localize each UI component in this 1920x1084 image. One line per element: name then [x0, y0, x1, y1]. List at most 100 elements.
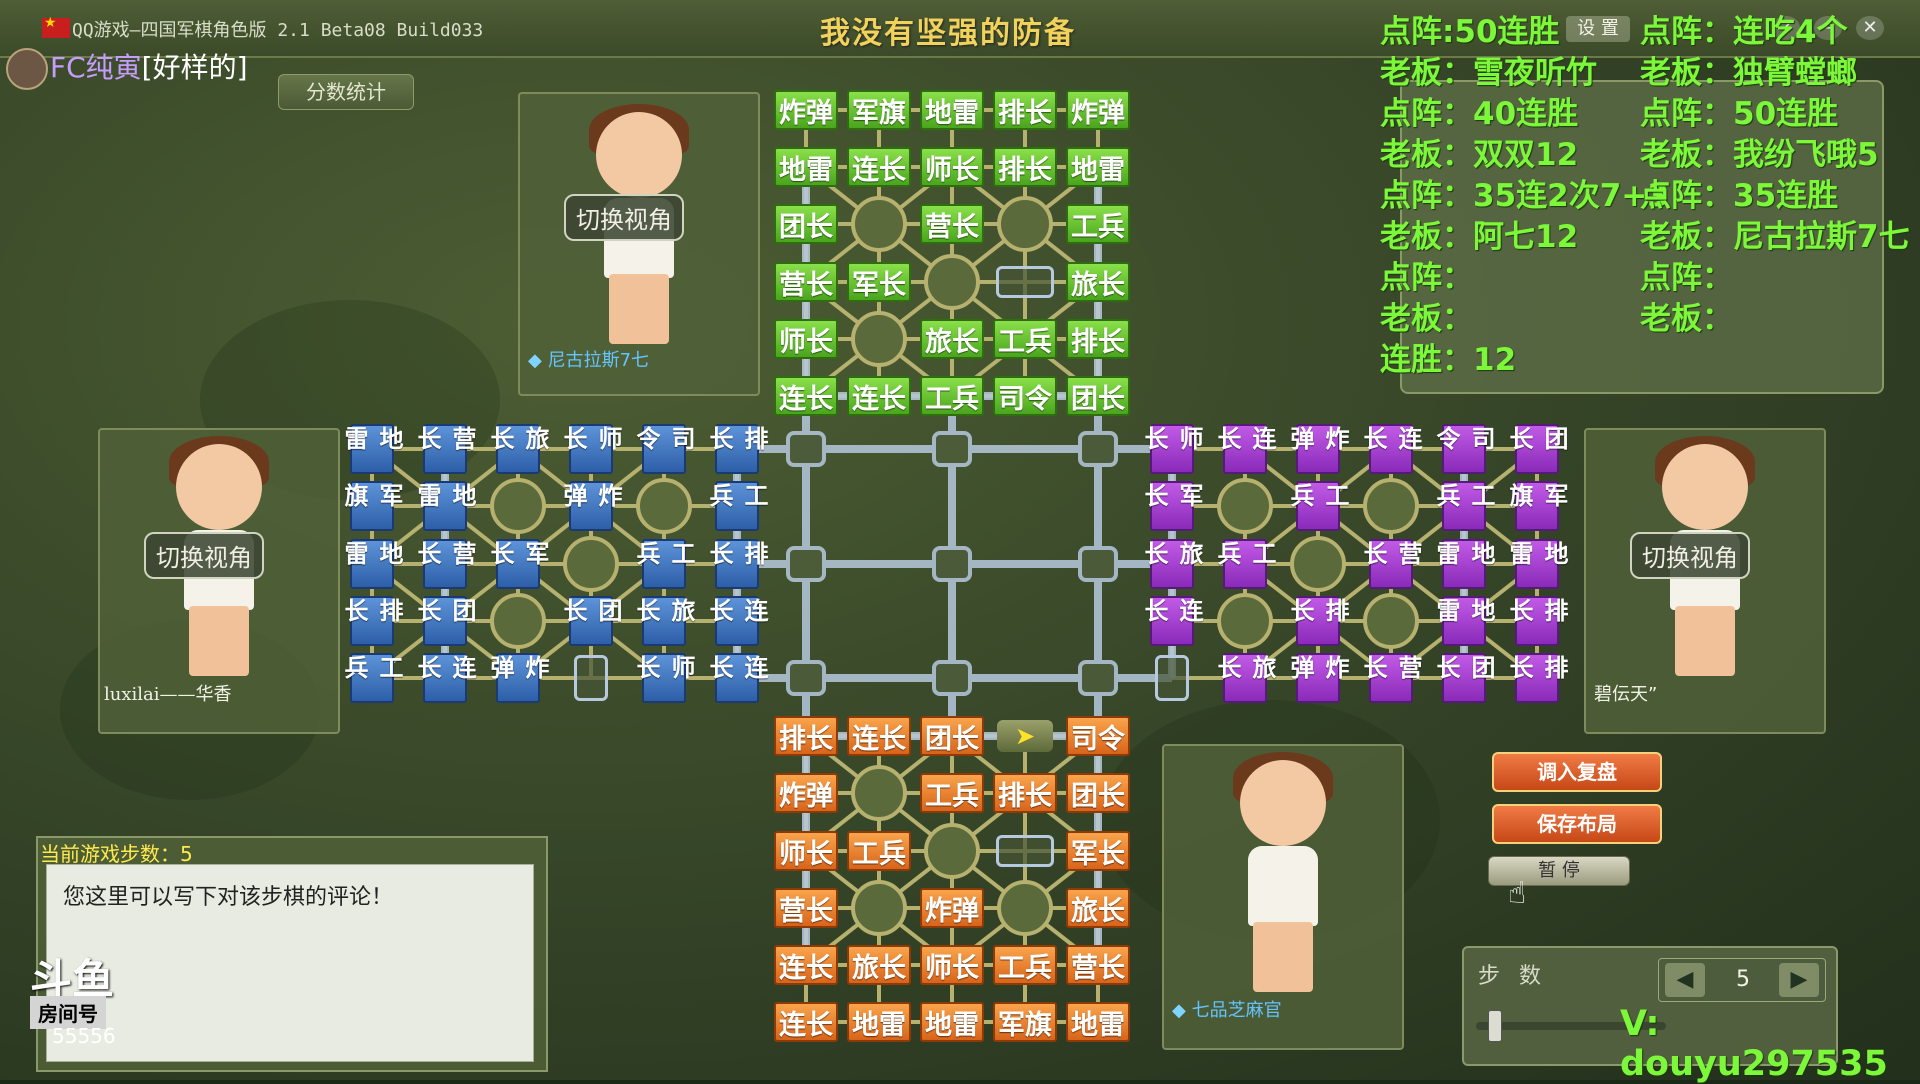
chess-piece[interactable]: 排长	[993, 147, 1057, 187]
chess-piece[interactable]: 师长	[920, 147, 984, 187]
chess-piece[interactable]: 排长	[705, 424, 768, 474]
chess-piece[interactable]: 团长	[1432, 653, 1495, 703]
chess-piece[interactable]: 营长	[413, 539, 476, 589]
chess-piece[interactable]: 连长	[774, 376, 838, 416]
chess-piece[interactable]: 连长	[847, 716, 911, 756]
chess-piece[interactable]: 旅长	[1140, 539, 1203, 589]
chess-piece[interactable]: 连长	[705, 653, 768, 703]
chess-piece[interactable]: 连长	[847, 147, 911, 187]
chess-piece[interactable]: 连长	[774, 1002, 838, 1042]
empty-post[interactable]	[574, 655, 608, 701]
chess-piece[interactable]: 工兵	[1432, 481, 1495, 531]
chess-piece[interactable]: 旅长	[1066, 262, 1130, 302]
chess-piece[interactable]: 地雷	[413, 481, 476, 531]
chess-piece[interactable]: 工兵	[705, 481, 768, 531]
chess-piece[interactable]: 排长	[774, 716, 838, 756]
chess-piece[interactable]: 炸弹	[1286, 653, 1349, 703]
chess-piece[interactable]: 炸弹	[774, 773, 838, 813]
chess-piece[interactable]: 营长	[1359, 653, 1422, 703]
chess-piece[interactable]: 工兵	[1213, 539, 1276, 589]
chess-piece[interactable]: 地雷	[920, 90, 984, 130]
chess-piece[interactable]: 营长	[1359, 539, 1422, 589]
chess-piece[interactable]: 地雷	[1066, 147, 1130, 187]
chess-piece[interactable]: 工兵	[920, 376, 984, 416]
chess-piece[interactable]: 军旗	[340, 481, 403, 531]
chess-piece[interactable]: 工兵	[993, 319, 1057, 359]
chess-piece[interactable]: 师长	[774, 319, 838, 359]
chess-piece[interactable]: 炸弹	[920, 888, 984, 928]
chess-piece[interactable]: 军旗	[993, 1002, 1057, 1042]
chess-piece[interactable]: 旅长	[486, 424, 549, 474]
chess-piece[interactable]: 旅长	[1066, 888, 1130, 928]
chess-piece[interactable]: 军长	[486, 539, 549, 589]
save-layout-button[interactable]: 保存布局	[1492, 804, 1662, 844]
chess-piece[interactable]: 军旗	[1505, 481, 1568, 531]
move-arrow-icon[interactable]: ➤	[997, 720, 1053, 752]
empty-post[interactable]	[996, 835, 1054, 867]
chess-piece[interactable]: 地雷	[340, 539, 403, 589]
chess-piece[interactable]: 炸弹	[559, 481, 622, 531]
chess-piece[interactable]: 排长	[705, 539, 768, 589]
chess-piece[interactable]: 师长	[1140, 424, 1203, 474]
chess-piece[interactable]: 排长	[1286, 596, 1349, 646]
chess-piece[interactable]: 排长	[993, 90, 1057, 130]
chess-piece[interactable]: 地雷	[340, 424, 403, 474]
chess-piece[interactable]: 团长	[1066, 376, 1130, 416]
chess-piece[interactable]: 军长	[847, 262, 911, 302]
chess-piece[interactable]: 工兵	[920, 773, 984, 813]
chess-piece[interactable]: 排长	[340, 596, 403, 646]
chess-piece[interactable]: 营长	[774, 888, 838, 928]
empty-post[interactable]	[1155, 655, 1189, 701]
chess-piece[interactable]: 连长	[847, 376, 911, 416]
chess-piece[interactable]: 工兵	[847, 831, 911, 871]
empty-post[interactable]	[996, 266, 1054, 298]
chess-piece[interactable]: 旅长	[1213, 653, 1276, 703]
chess-piece[interactable]: 团长	[413, 596, 476, 646]
chess-piece[interactable]: 连长	[705, 596, 768, 646]
chess-piece[interactable]: 工兵	[340, 653, 403, 703]
step-next-button[interactable]: ▶	[1779, 963, 1819, 997]
chess-piece[interactable]: 炸弹	[486, 653, 549, 703]
chess-piece[interactable]: 团长	[920, 716, 984, 756]
chess-piece[interactable]: 排长	[1505, 653, 1568, 703]
chess-piece[interactable]: 师长	[920, 945, 984, 985]
chess-piece[interactable]: 连长	[1359, 424, 1422, 474]
chess-piece[interactable]: 旅长	[847, 945, 911, 985]
chess-piece[interactable]: 炸弹	[1066, 90, 1130, 130]
chess-piece[interactable]: 工兵	[993, 945, 1057, 985]
chess-piece[interactable]: 旅长	[632, 596, 695, 646]
chess-piece[interactable]: 地雷	[1432, 539, 1495, 589]
chess-piece[interactable]: 营长	[920, 204, 984, 244]
chess-piece[interactable]: 连长	[774, 945, 838, 985]
chess-piece[interactable]: 营长	[413, 424, 476, 474]
chess-piece[interactable]: 地雷	[1505, 539, 1568, 589]
chess-piece[interactable]: 地雷	[847, 1002, 911, 1042]
chess-piece[interactable]: 工兵	[1286, 481, 1349, 531]
chess-piece[interactable]: 炸弹	[1286, 424, 1349, 474]
chess-piece[interactable]: 工兵	[632, 539, 695, 589]
chess-piece[interactable]: 师长	[559, 424, 622, 474]
step-prev-button[interactable]: ◀	[1665, 963, 1705, 997]
step-slider-knob[interactable]	[1488, 1010, 1502, 1042]
chess-piece[interactable]: 司令	[1066, 716, 1130, 756]
chess-piece[interactable]: 军旗	[847, 90, 911, 130]
chess-piece[interactable]: 司令	[993, 376, 1057, 416]
chess-piece[interactable]: 连长	[1140, 596, 1203, 646]
chess-piece[interactable]: 排长	[1505, 596, 1568, 646]
chess-piece[interactable]: 地雷	[1066, 1002, 1130, 1042]
chess-piece[interactable]: 团长	[1066, 773, 1130, 813]
chess-piece[interactable]: 师长	[774, 831, 838, 871]
chess-piece[interactable]: 连长	[413, 653, 476, 703]
chess-piece[interactable]: 军长	[1066, 831, 1130, 871]
chess-piece[interactable]: 旅长	[920, 319, 984, 359]
chess-piece[interactable]: 地雷	[1432, 596, 1495, 646]
chess-piece[interactable]: 连长	[1213, 424, 1276, 474]
chess-piece[interactable]: 排长	[1066, 319, 1130, 359]
chess-piece[interactable]: 团长	[559, 596, 622, 646]
chess-piece[interactable]: 师长	[632, 653, 695, 703]
chess-piece[interactable]: 团长	[774, 204, 838, 244]
chess-piece[interactable]: 营长	[1066, 945, 1130, 985]
chess-piece[interactable]: 地雷	[920, 1002, 984, 1042]
chess-piece[interactable]: 军长	[1140, 481, 1203, 531]
chess-piece[interactable]: 排长	[993, 773, 1057, 813]
